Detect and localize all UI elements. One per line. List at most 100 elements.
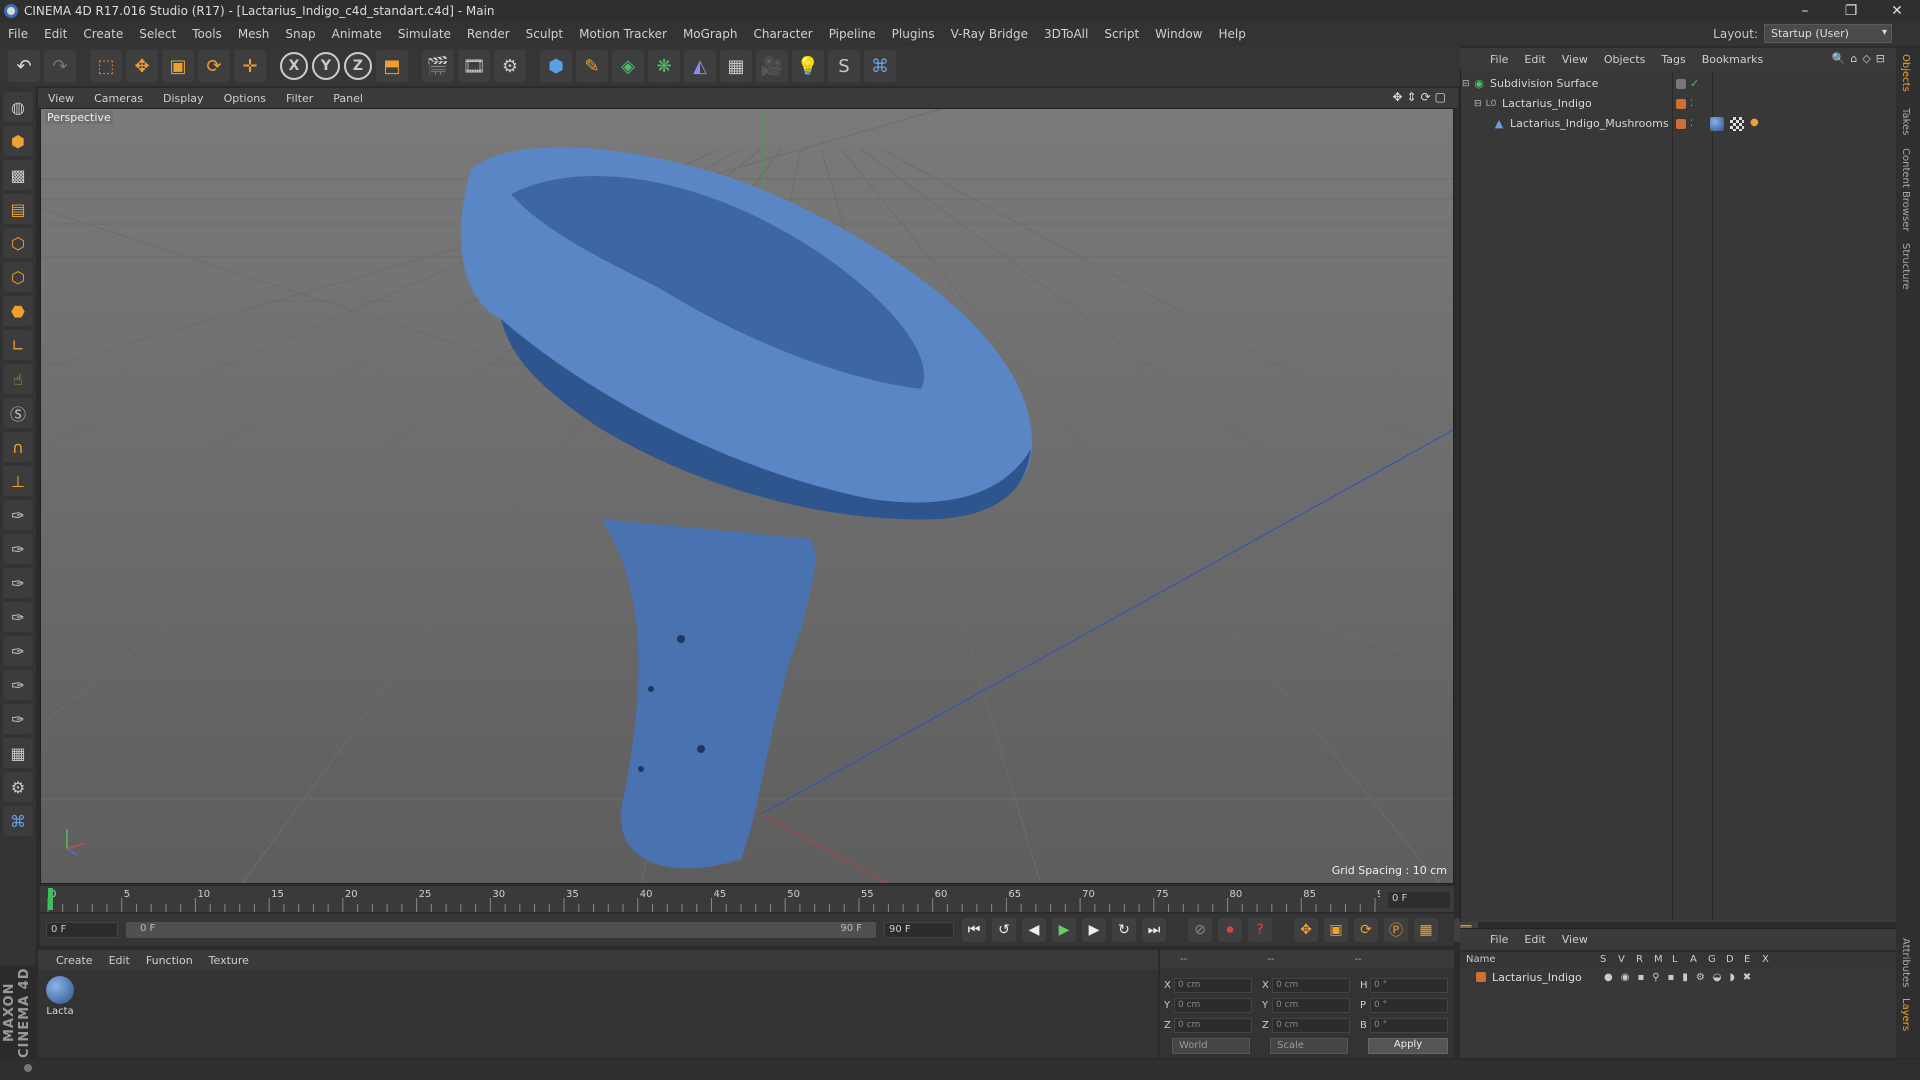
visibility-dots-icon[interactable]: ⁚ <box>1690 119 1696 129</box>
key-scale-icon[interactable]: ▣ <box>1324 918 1348 942</box>
menu-script[interactable]: Script <box>1096 27 1147 41</box>
object-row-subdivision-surface[interactable]: ⊟ ◉ Subdivision Surface ✓ <box>1462 74 1894 93</box>
enabled-check-icon[interactable]: ✓ <box>1690 77 1699 90</box>
menu-create[interactable]: Create <box>75 27 131 41</box>
rotate-tool-icon[interactable]: ⟳ <box>198 50 230 82</box>
frame-range-slider[interactable]: 0 F 90 F <box>126 922 876 938</box>
redo-button[interactable]: ↷ <box>44 50 76 82</box>
viewport-menu-view[interactable]: View <box>38 92 84 105</box>
maximize-button[interactable]: ❐ <box>1828 0 1874 22</box>
lock-grid-icon[interactable]: ▦ <box>3 738 33 768</box>
expand-toggle-icon[interactable]: ⊟ <box>1462 79 1472 89</box>
layer-color-swatch[interactable] <box>1676 98 1686 109</box>
min-frame-field[interactable]: 0 F <box>46 922 118 938</box>
menu-select[interactable]: Select <box>131 27 184 41</box>
size-mode-dropdown[interactable]: Scale <box>1270 1038 1348 1054</box>
floor-scene-icon[interactable]: ▦ <box>720 50 752 82</box>
menu-mesh[interactable]: Mesh <box>230 27 278 41</box>
viewport-menu-display[interactable]: Display <box>153 92 214 105</box>
material-menu-create[interactable]: Create <box>48 954 101 967</box>
close-button[interactable]: ✕ <box>1874 0 1920 22</box>
tweak-mode-icon[interactable]: ☝ <box>3 364 33 394</box>
render-picture-viewer-icon[interactable]: 🎞 <box>458 50 490 82</box>
viewport-menu-cameras[interactable]: Cameras <box>84 92 153 105</box>
menu-vray-bridge[interactable]: V-Ray Bridge <box>943 27 1036 41</box>
key-parameter-icon[interactable]: Ⓟ <box>1384 918 1408 942</box>
expand-toggle-icon[interactable]: ⊟ <box>1474 99 1484 109</box>
sculpt-brush-1-icon[interactable]: ✑ <box>3 500 33 530</box>
keyframe-selection-icon[interactable]: ? <box>1248 918 1272 942</box>
z-axis-lock-button[interactable]: Z <box>344 52 372 80</box>
menu-character[interactable]: Character <box>745 27 820 41</box>
perspective-viewport[interactable]: Perspective Grid Spacing : 10 cm <box>40 108 1454 884</box>
camera-icon[interactable]: 🎥 <box>756 50 788 82</box>
material-menu-function[interactable]: Function <box>138 954 201 967</box>
rot-h-field[interactable]: 0 ° <box>1370 977 1448 993</box>
menu-simulate[interactable]: Simulate <box>390 27 459 41</box>
deformer-icon[interactable]: ◭ <box>684 50 716 82</box>
menu-sculpt[interactable]: Sculpt <box>518 27 571 41</box>
undo-button[interactable]: ↶ <box>8 50 40 82</box>
menu-snap[interactable]: Snap <box>277 27 323 41</box>
key-rotation-icon[interactable]: ⟳ <box>1354 918 1378 942</box>
key-pla-icon[interactable]: ▦ <box>1414 918 1438 942</box>
next-keyframe-button[interactable]: ↻ <box>1112 918 1136 942</box>
play-button[interactable]: ▶ <box>1052 918 1076 942</box>
object-manager-tools[interactable]: 🔍⌂◇⊟ <box>1832 52 1890 65</box>
python-script-icon[interactable]: ⌘ <box>3 806 33 836</box>
model-mode-icon[interactable]: ⬢ <box>3 126 33 156</box>
array-mograph-icon[interactable]: ❋ <box>648 50 680 82</box>
current-frame-field[interactable]: 0 F <box>1388 892 1450 908</box>
layer-color-swatch[interactable] <box>1676 78 1686 89</box>
playhead-marker[interactable] <box>48 888 53 910</box>
solo-mode-icon[interactable]: Ⓢ <box>3 398 33 428</box>
objects-menu-view[interactable]: View <box>1554 53 1596 66</box>
next-frame-button[interactable]: ▶ <box>1082 918 1106 942</box>
previous-keyframe-button[interactable]: ↺ <box>992 918 1016 942</box>
light-icon[interactable]: 💡 <box>792 50 824 82</box>
recent-tool-icon[interactable]: ✛ <box>234 50 266 82</box>
layers-menu-view[interactable]: View <box>1554 933 1596 946</box>
tab-layers[interactable]: Layers <box>1900 998 1911 1031</box>
menu-tools[interactable]: Tools <box>184 27 230 41</box>
menu-3dtoall[interactable]: 3DToAll <box>1036 27 1096 41</box>
material-tag-icon[interactable] <box>1710 116 1724 131</box>
timeline-ruler[interactable]: 051015202530354045505560657075808590 <box>40 886 1454 912</box>
texture-mode-icon[interactable]: ▩ <box>3 160 33 190</box>
menu-motion-tracker[interactable]: Motion Tracker <box>571 27 675 41</box>
render-settings-icon[interactable]: ⚙ <box>494 50 526 82</box>
max-frame-field[interactable]: 90 F <box>884 922 954 938</box>
polygons-mode-icon[interactable]: ⬣ <box>3 296 33 326</box>
pos-y-field[interactable]: 0 cm <box>1174 997 1252 1013</box>
material-swatch[interactable]: Lacta <box>44 976 76 1017</box>
material-menu-edit[interactable]: Edit <box>101 954 138 967</box>
coordinate-system-icon[interactable]: ⬒ <box>376 50 408 82</box>
viewport-navigation-icons[interactable]: ✥⇕⟳▢ <box>1392 90 1450 104</box>
visibility-dots-icon[interactable]: ⁚ <box>1690 99 1696 109</box>
menu-file[interactable]: File <box>0 27 36 41</box>
workplane-mode-icon[interactable]: ▤ <box>3 194 33 224</box>
layers-menu-edit[interactable]: Edit <box>1516 933 1553 946</box>
go-to-start-button[interactable]: ⏮ <box>962 918 986 942</box>
menu-mograph[interactable]: MoGraph <box>675 27 746 41</box>
layer-color-swatch[interactable] <box>1476 972 1486 982</box>
sculpt-brush-6-icon[interactable]: ✑ <box>3 670 33 700</box>
points-mode-icon[interactable]: ⬡ <box>3 228 33 258</box>
object-row-lactarius-indigo-mushrooms[interactable]: ▲ Lactarius_Indigo_Mushrooms ⁚ ● <box>1462 114 1894 133</box>
tab-structure[interactable]: Structure <box>1900 243 1911 290</box>
x-axis-lock-button[interactable]: X <box>280 52 308 80</box>
objects-menu-file[interactable]: File <box>1482 53 1516 66</box>
spline-pen-icon[interactable]: ✎ <box>576 50 608 82</box>
tab-takes[interactable]: Takes <box>1900 108 1911 135</box>
sculpt-brush-5-icon[interactable]: ✑ <box>3 636 33 666</box>
go-to-end-button[interactable]: ⏭ <box>1142 918 1166 942</box>
size-x-field[interactable]: 0 cm <box>1272 977 1350 993</box>
menu-window[interactable]: Window <box>1147 27 1210 41</box>
menu-plugins[interactable]: Plugins <box>884 27 943 41</box>
autokey-icon[interactable]: ⏺ <box>1218 918 1242 942</box>
coordinate-space-dropdown[interactable]: World <box>1172 1038 1250 1054</box>
python-icon[interactable]: ⌘ <box>864 50 896 82</box>
previous-frame-button[interactable]: ◀ <box>1022 918 1046 942</box>
layer-color-swatch[interactable] <box>1676 118 1686 129</box>
object-row-lactarius-indigo[interactable]: ⊟ L0 Lactarius_Indigo ⁚ <box>1462 94 1894 113</box>
